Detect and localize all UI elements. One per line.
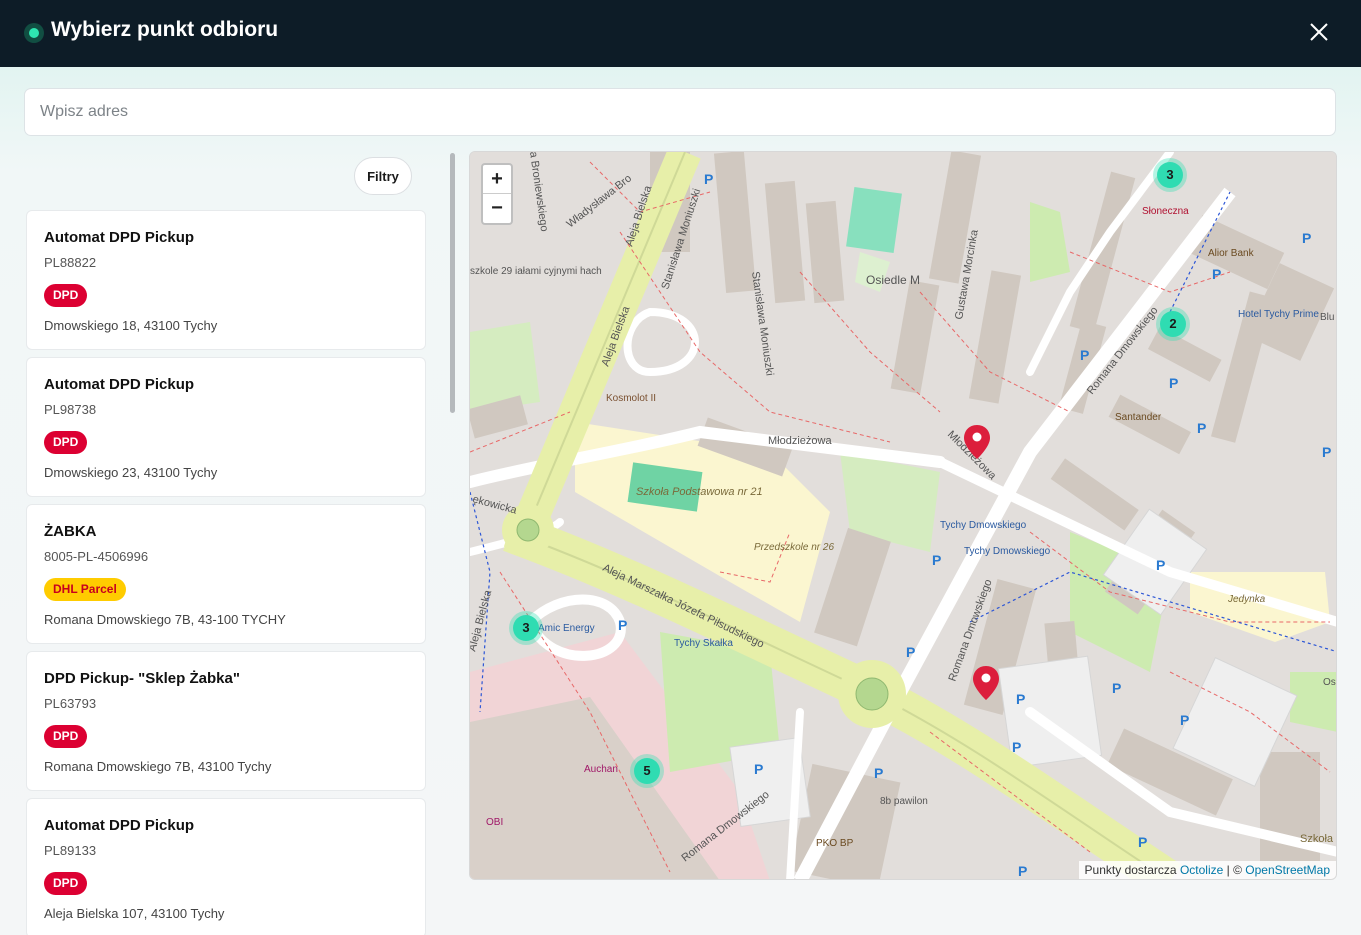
- zoom-out-button[interactable]: −: [483, 194, 511, 223]
- svg-text:P: P: [1180, 712, 1189, 728]
- point-code: 8005-PL-4506996: [44, 549, 149, 564]
- octolize-link[interactable]: Octolize: [1180, 863, 1223, 877]
- status-dot-icon: [24, 23, 44, 43]
- map-cluster-marker[interactable]: 2: [1156, 307, 1190, 341]
- point-name: DPD Pickup- "Sklep Żabka": [44, 670, 240, 687]
- openstreetmap-link[interactable]: OpenStreetMap: [1245, 863, 1330, 877]
- label-santander: Santander: [1115, 412, 1162, 423]
- carrier-badge: DPD: [44, 725, 88, 748]
- svg-text:P: P: [618, 617, 627, 633]
- label-osi: Osi: [1323, 677, 1337, 688]
- pickup-point-card[interactable]: DPD Pickup- "Sklep Żabka" PL63793 DPD Ro…: [26, 651, 426, 791]
- point-name: Automat DPD Pickup: [44, 817, 195, 834]
- point-name: Automat DPD Pickup: [44, 229, 195, 246]
- label-szkole: szkole 29 iałami cyjnymi hach: [470, 266, 602, 277]
- svg-text:P: P: [874, 765, 883, 781]
- carrier-badge: DPD: [44, 872, 88, 895]
- label-szkola-2: Szkoła Podstawowa: [1300, 833, 1337, 845]
- pickup-point-list[interactable]: Automat DPD Pickup PL88822 DPD Dmowskieg…: [24, 210, 428, 935]
- point-address: Dmowskiego 23, 43100 Tychy: [44, 465, 218, 480]
- label-jedynka: Jedynka: [1227, 594, 1266, 605]
- pickup-point-card[interactable]: Automat DPD Pickup PL89133 DPD Aleja Bie…: [26, 798, 426, 935]
- label-tychy-skalka: Tychy Skałka: [674, 638, 733, 649]
- label-pawilon: 8b pawilon: [880, 796, 928, 807]
- label-alior: Alior Bank: [1208, 248, 1255, 259]
- point-address: Romana Dmowskiego 7B, 43100 Tychy: [44, 759, 272, 774]
- map-view[interactable]: Aleja Bielska Aleja Bielska Aleja Bielsk…: [469, 151, 1337, 880]
- label-pko: PKO BP: [816, 838, 854, 849]
- svg-text:P: P: [1197, 420, 1206, 436]
- svg-text:P: P: [704, 171, 713, 187]
- label-auchan: Auchan: [584, 764, 618, 775]
- pickup-point-card[interactable]: ŻABKA 8005-PL-4506996 DHL Parcel Romana …: [26, 504, 426, 644]
- pickup-point-card[interactable]: Automat DPD Pickup PL88822 DPD Dmowskieg…: [26, 210, 426, 350]
- svg-text:P: P: [1212, 266, 1221, 282]
- svg-text:P: P: [1302, 230, 1311, 246]
- label-przedszkole: Przedszkole nr 26: [754, 542, 834, 553]
- svg-text:P: P: [1156, 557, 1165, 573]
- map-tiles: Aleja Bielska Aleja Bielska Aleja Bielsk…: [470, 152, 1337, 879]
- carrier-badge: DPD: [44, 431, 88, 454]
- svg-text:P: P: [754, 761, 763, 777]
- point-address: Aleja Bielska 107, 43100 Tychy: [44, 906, 225, 921]
- svg-text:P: P: [1018, 863, 1027, 879]
- map-pin-icon[interactable]: [972, 665, 1000, 701]
- label-osiedle: Osiedle M: [866, 273, 920, 287]
- map-pin-icon[interactable]: [963, 424, 991, 460]
- label-tychy-dmowskiego: Tychy Dmowskiego: [964, 546, 1051, 557]
- svg-text:P: P: [906, 644, 915, 660]
- label-szkola: Szkoła Podstawowa nr 21: [636, 486, 763, 498]
- carrier-badge: DPD: [44, 284, 88, 307]
- carrier-badge: DHL Parcel: [44, 578, 126, 601]
- filters-button[interactable]: Filtry: [354, 157, 412, 195]
- svg-text:P: P: [1138, 834, 1147, 850]
- svg-text:P: P: [1169, 375, 1178, 391]
- svg-text:P: P: [1080, 347, 1089, 363]
- point-code: PL88822: [44, 255, 97, 270]
- map-attribution: Punkty dostarcza Octolize | © OpenStreet…: [1078, 861, 1336, 879]
- pickup-point-card[interactable]: Automat DPD Pickup PL98738 DPD Dmowskieg…: [26, 357, 426, 497]
- svg-text:P: P: [932, 552, 941, 568]
- zoom-control: + −: [481, 163, 513, 225]
- label-hotel: Hotel Tychy Prime: [1238, 309, 1319, 320]
- close-icon[interactable]: [1306, 19, 1332, 45]
- svg-text:P: P: [1112, 680, 1121, 696]
- label-tychy-dmowskiego: Tychy Dmowskiego: [940, 520, 1027, 531]
- point-code: PL89133: [44, 843, 97, 858]
- label-amic: Amic Energy: [538, 623, 595, 634]
- label-mlodziezowa: Młodzieżowa: [768, 435, 832, 447]
- modal-header: Wybierz punkt odbioru: [0, 0, 1361, 67]
- zoom-in-button[interactable]: +: [483, 165, 511, 194]
- label-sloneczna: Słoneczna: [1142, 206, 1189, 217]
- point-address: Dmowskiego 18, 43100 Tychy: [44, 318, 218, 333]
- modal-title: Wybierz punkt odbioru: [51, 18, 279, 41]
- point-name: Automat DPD Pickup: [44, 376, 195, 393]
- label-obi: OBI: [486, 817, 503, 828]
- label-blu: Blu: [1320, 312, 1334, 323]
- point-code: PL98738: [44, 402, 97, 417]
- map-cluster-marker[interactable]: 5: [630, 754, 664, 788]
- point-address: Romana Dmowskiego 7B, 43-100 TYCHY: [44, 612, 286, 627]
- label-kosmolot: Kosmolot II: [606, 393, 656, 404]
- list-scrollbar[interactable]: [450, 153, 455, 413]
- svg-text:P: P: [1322, 444, 1331, 460]
- map-cluster-marker[interactable]: 3: [509, 611, 543, 645]
- svg-text:P: P: [1016, 691, 1025, 707]
- map-cluster-marker[interactable]: 3: [1153, 158, 1187, 192]
- point-code: PL63793: [44, 696, 97, 711]
- point-name: ŻABKA: [44, 523, 97, 540]
- address-search-input[interactable]: [24, 88, 1336, 136]
- svg-text:P: P: [1012, 739, 1021, 755]
